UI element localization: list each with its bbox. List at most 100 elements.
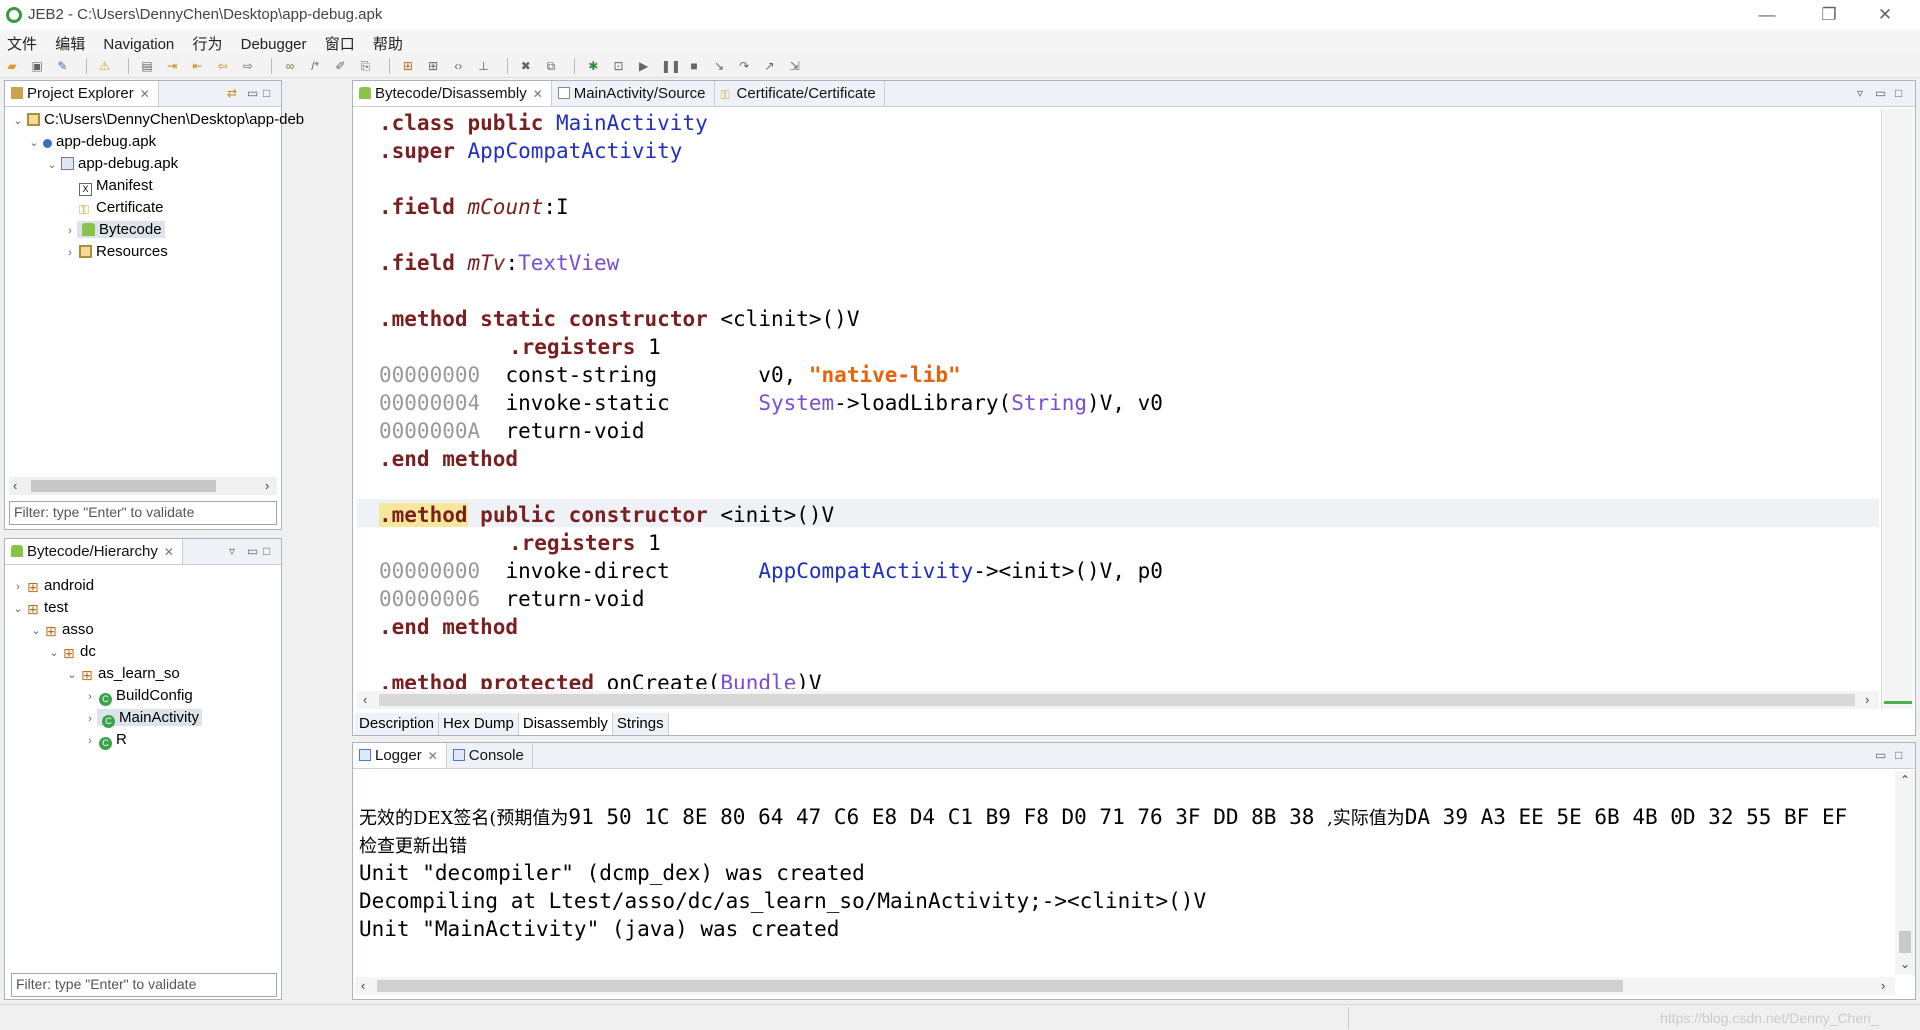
rename-icon[interactable]: ✐ [332,58,348,74]
tab-project-explorer[interactable]: Project Explorer ✕ [5,81,159,106]
link-editor-icon[interactable]: ⇄ [227,86,237,100]
minimize-button[interactable]: — [1744,2,1790,28]
code-icon[interactable]: ‹› [450,58,466,74]
minimize-icon[interactable]: ▭ [247,544,258,558]
menu-debugger[interactable]: Debugger [234,33,314,56]
tree-node-resources[interactable]: › Resources [63,241,168,263]
tree-node-buildconfig[interactable]: › C BuildConfig [83,685,193,707]
tab-console[interactable]: Console [447,743,533,768]
subtab-disassembly[interactable]: Disassembly [518,713,613,735]
disassembly-view[interactable]: .class public MainActivity .super AppCom… [357,109,1879,689]
menu-file[interactable]: 文件 [0,30,44,57]
log-vscrollbar[interactable]: ⌃ ⌄ [1895,771,1915,975]
menu-help[interactable]: 帮助 [366,30,410,57]
scroll-thumb[interactable] [1899,931,1911,953]
package-icon[interactable]: ⊞ [400,58,416,74]
scroll-up-icon[interactable]: ⌃ [1900,773,1910,787]
wrench-icon[interactable]: ✎ [54,58,70,74]
debug-icon[interactable]: ✱ [585,58,601,74]
explorer-filter-input[interactable]: Filter: type "Enter" to validate [9,501,277,525]
scroll-right-icon[interactable]: › [1881,977,1885,995]
subtab-hex-dump[interactable]: Hex Dump [439,713,519,735]
step-over-icon[interactable]: ↷ [736,58,752,74]
back-jump-icon[interactable]: ⇤ [189,58,205,74]
scroll-left-icon[interactable]: ‹ [361,977,365,995]
step-out-icon[interactable]: ↗ [762,58,778,74]
menu-edit[interactable]: 编辑 [48,30,92,57]
nav-back-icon[interactable]: ⇦ [215,58,231,74]
tree-node-mainactivity[interactable]: › C MainActivity [83,707,203,730]
chevron-right-icon[interactable]: › [83,708,97,730]
tree-node-android[interactable]: › ⊞ android [11,575,94,597]
minimize-icon[interactable]: ▭ [1875,748,1886,762]
tab-mainactivity-source[interactable]: MainActivity/Source [552,81,715,106]
chevron-down-icon[interactable]: ⌄ [47,642,61,664]
scroll-right-icon[interactable]: › [265,477,269,495]
chevron-down-icon[interactable]: ⌄ [11,598,25,620]
stop-icon[interactable]: ■ [686,58,702,74]
minimize-icon[interactable]: ▭ [1875,86,1886,100]
tab-certificate[interactable]: ⚿ Certificate/Certificate [715,81,885,106]
tree-node-dc[interactable]: ⌄ ⊞ dc [47,641,95,664]
view-menu-icon[interactable]: ▿ [229,544,235,558]
save-icon[interactable]: ▣ [29,58,45,74]
tree-icon[interactable]: ⊥ [475,58,491,74]
chevron-down-icon[interactable]: ⌄ [11,110,25,132]
tree-node-artifact[interactable]: ⌄ app-debug.apk [27,131,156,153]
log-output[interactable]: 无效的DEX签名(预期值为91 50 1C 8E 80 64 47 C6 E8 … [355,771,1895,975]
scroll-left-icon[interactable]: ‹ [363,691,367,709]
tab-bytecode-hierarchy[interactable]: Bytecode/Hierarchy ✕ [5,539,183,564]
subtab-strings[interactable]: Strings [612,713,669,735]
chevron-right-icon[interactable]: › [63,242,77,264]
close-button[interactable]: ✕ [1862,2,1908,28]
tree-node-manifest[interactable]: X Manifest [63,175,153,197]
tab-bytecode-disassembly[interactable]: Bytecode/Disassembly ✕ [353,81,552,106]
nav-forward-icon[interactable]: ⇨ [240,58,256,74]
tree-node-r[interactable]: › C R [83,729,127,751]
menu-window[interactable]: 窗口 [318,30,362,57]
chevron-down-icon[interactable]: ⌄ [27,132,41,154]
run-icon[interactable]: ▶ [636,58,652,74]
warning-icon[interactable]: ⚠ [97,58,113,74]
close-tab-icon[interactable]: ✕ [164,545,174,559]
attach-icon[interactable]: ⊡ [610,58,626,74]
delete-icon[interactable]: ✖ [518,58,534,74]
grid-icon[interactable]: ⊞ [425,58,441,74]
window-icon[interactable]: ▤ [139,58,155,74]
menu-action[interactable]: 行为 [185,30,229,57]
scroll-thumb[interactable] [379,694,1855,706]
close-tab-icon[interactable]: ✕ [533,87,543,101]
scroll-thumb[interactable] [31,480,216,492]
jump-icon[interactable]: ⇥ [164,58,180,74]
explorer-hscrollbar[interactable]: ‹ › [9,477,277,495]
scroll-right-icon[interactable]: › [1865,691,1869,709]
scroll-left-icon[interactable]: ‹ [13,477,17,495]
tree-node-test[interactable]: ⌄ ⊞ test [11,597,68,619]
chevron-down-icon[interactable]: ⌄ [65,664,79,686]
tree-node-asso[interactable]: ⌄ ⊞ asso [29,619,93,642]
scroll-thumb[interactable] [377,980,1623,992]
run-to-icon[interactable]: ⇲ [787,58,803,74]
maximize-icon[interactable]: □ [1895,86,1902,100]
tree-node-bytecode[interactable]: › Bytecode [63,219,165,241]
copy-icon[interactable]: ⧉ [543,58,559,74]
chevron-right-icon[interactable]: › [83,730,97,752]
view-menu-icon[interactable]: ▿ [1857,86,1863,100]
open-icon[interactable]: ▰ [4,58,20,74]
chevron-right-icon[interactable]: › [11,576,25,598]
chevron-right-icon[interactable]: › [83,686,97,708]
chevron-down-icon[interactable]: ⌄ [45,154,59,176]
restore-button[interactable]: ❐ [1806,2,1852,28]
tree-node-certificate[interactable]: ⚿ Certificate [63,197,164,219]
hierarchy-filter-input[interactable]: Filter: type "Enter" to validate [11,973,277,997]
subtab-description[interactable]: Description [355,713,440,735]
link-icon[interactable]: ∞ [282,58,298,74]
tree-node-apk[interactable]: ⌄ app-debug.apk [45,153,178,175]
maximize-icon[interactable]: □ [263,544,270,558]
close-tab-icon[interactable]: ✕ [140,87,150,101]
maximize-icon[interactable]: □ [263,86,270,100]
tree-node-project[interactable]: ⌄ C:\Users\DennyChen\Desktop\app-deb [11,109,304,131]
chevron-right-icon[interactable]: › [63,220,77,242]
chevron-down-icon[interactable]: ⌄ [29,620,43,642]
tree-node-as-learn-so[interactable]: ⌄ ⊞ as_learn_so [65,663,179,686]
